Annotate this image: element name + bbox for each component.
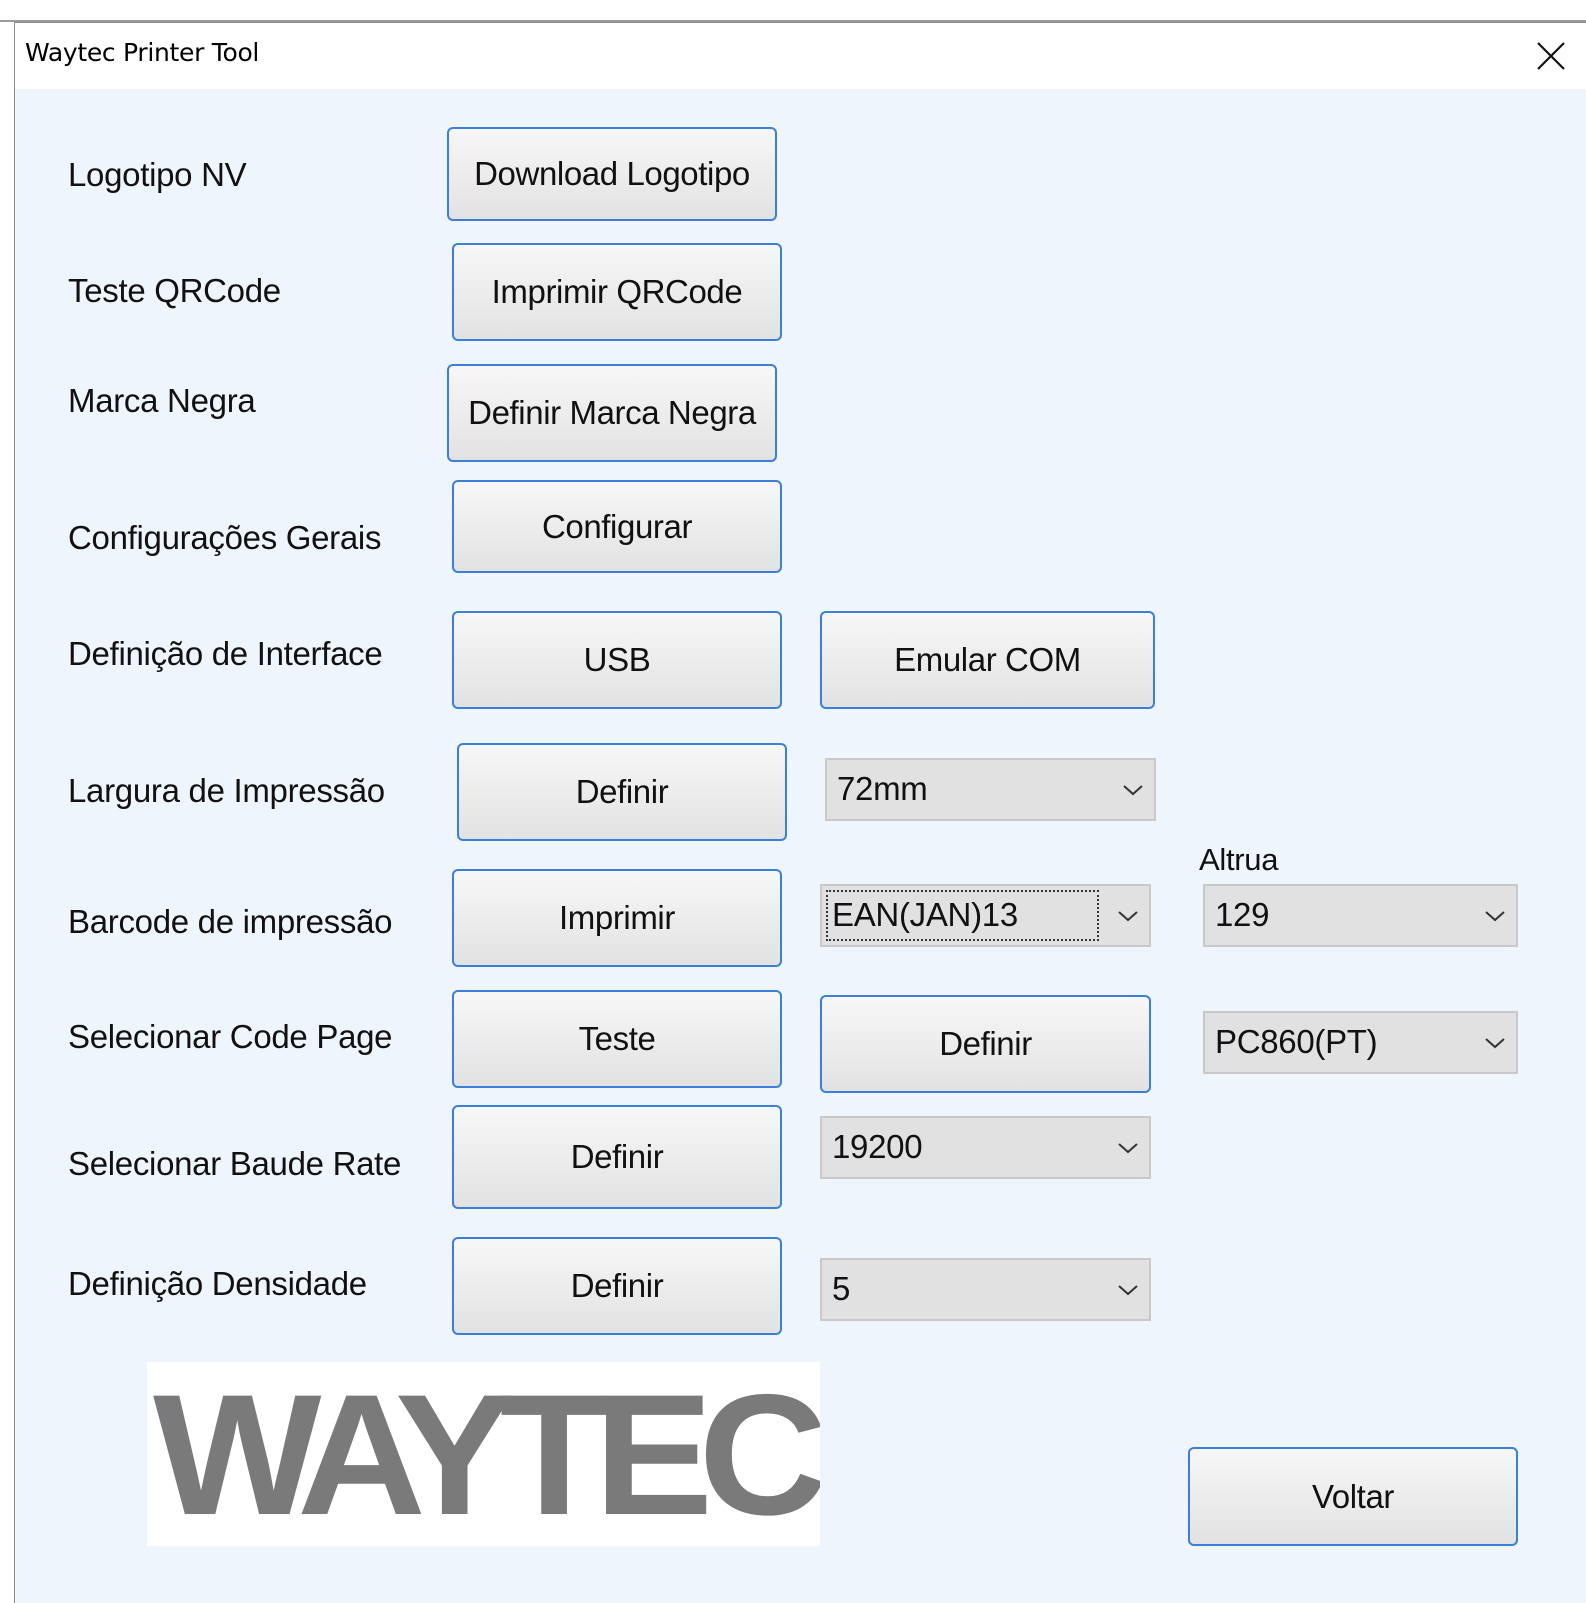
usb-button[interactable]: USB [452, 611, 782, 709]
baud-rate-label: Selecionar Baude Rate [68, 1145, 402, 1182]
print-qrcode-button[interactable]: Imprimir QRCode [452, 243, 782, 341]
print-barcode-button[interactable]: Imprimir [452, 869, 782, 967]
qrcode-label: Teste QRCode [68, 272, 281, 309]
close-icon [1537, 42, 1565, 70]
window-title: Waytec Printer Tool [25, 38, 260, 67]
barcode-height-select-value: 129 [1215, 895, 1270, 933]
density-label: Definição Densidade [68, 1265, 367, 1302]
set-density-button[interactable]: Definir [452, 1237, 782, 1335]
density-select[interactable]: 5 [820, 1258, 1151, 1321]
barcode-label: Barcode de impressão [68, 903, 393, 940]
set-black-mark-button[interactable]: Definir Marca Negra [447, 364, 777, 462]
download-logo-button[interactable]: Download Logotipo [447, 127, 777, 221]
set-print-width-button[interactable]: Definir [457, 743, 787, 841]
chevron-down-icon [1485, 1037, 1505, 1048]
chevron-down-icon [1118, 1142, 1138, 1153]
set-print-width-button-label: Definir [575, 773, 669, 810]
black-mark-label: Marca Negra [68, 382, 256, 419]
close-button[interactable] [1516, 23, 1586, 89]
general-settings-label: Configurações Gerais [68, 519, 382, 556]
barcode-height-label: Altrua [1199, 842, 1279, 877]
chevron-down-icon [1118, 1284, 1138, 1295]
configure-button-label: Configurar [541, 507, 693, 545]
usb-button-label: USB [583, 641, 651, 678]
set-density-button-label: Definir [570, 1267, 664, 1304]
barcode-height-select[interactable]: 129 [1203, 884, 1518, 947]
set-baud-rate-button-label: Definir [570, 1138, 664, 1175]
print-qrcode-button-label: Imprimir QRCode [491, 273, 743, 310]
baud-rate-select[interactable]: 19200 [820, 1116, 1151, 1179]
code-page-select-value: PC860(PT) [1215, 1022, 1378, 1060]
emulate-com-button-label: Emular COM [894, 641, 1081, 678]
download-logo-button-label: Download Logotipo [474, 155, 750, 192]
emulate-com-button[interactable]: Emular COM [820, 611, 1155, 709]
logo-label: Logotipo NV [68, 156, 247, 193]
density-select-value: 5 [832, 1269, 851, 1307]
print-width-label: Largura de Impressão [68, 772, 385, 809]
print-barcode-button-label: Imprimir [559, 899, 675, 936]
print-width-select-value: 72mm [837, 769, 928, 807]
barcode-type-select[interactable]: EAN(JAN)13 [820, 884, 1151, 947]
barcode-type-select-value: EAN(JAN)13 [832, 895, 1018, 933]
print-width-select[interactable]: 72mm [825, 758, 1156, 821]
interface-label: Definição de Interface [68, 635, 383, 672]
chevron-down-icon [1118, 910, 1138, 921]
waytec-logo-image: WAYTEC [153, 1362, 820, 1546]
waytec-logo: WAYTEC [147, 1362, 820, 1546]
title-bar: Waytec Printer Tool [15, 23, 1586, 89]
code-page-label: Selecionar Code Page [68, 1018, 393, 1055]
baud-rate-select-value: 19200 [832, 1127, 923, 1165]
back-button-label: Voltar [1312, 1477, 1394, 1515]
chevron-down-icon [1485, 910, 1505, 921]
svg-text:WAYTEC: WAYTEC [153, 1362, 820, 1546]
configure-button[interactable]: Configurar [452, 480, 782, 573]
back-button[interactable]: Voltar [1188, 1447, 1518, 1546]
code-page-test-button[interactable]: Teste [452, 990, 782, 1088]
code-page-test-button-label: Teste [578, 1020, 656, 1057]
barcode-type-focus: EAN(JAN)13 [826, 890, 1099, 941]
chevron-down-icon [1123, 784, 1143, 795]
code-page-select[interactable]: PC860(PT) [1203, 1011, 1518, 1074]
set-black-mark-button-label: Definir Marca Negra [468, 394, 756, 431]
code-page-set-button-label: Definir [939, 1025, 1032, 1062]
code-page-set-button[interactable]: Definir [820, 995, 1151, 1093]
set-baud-rate-button[interactable]: Definir [452, 1105, 782, 1209]
